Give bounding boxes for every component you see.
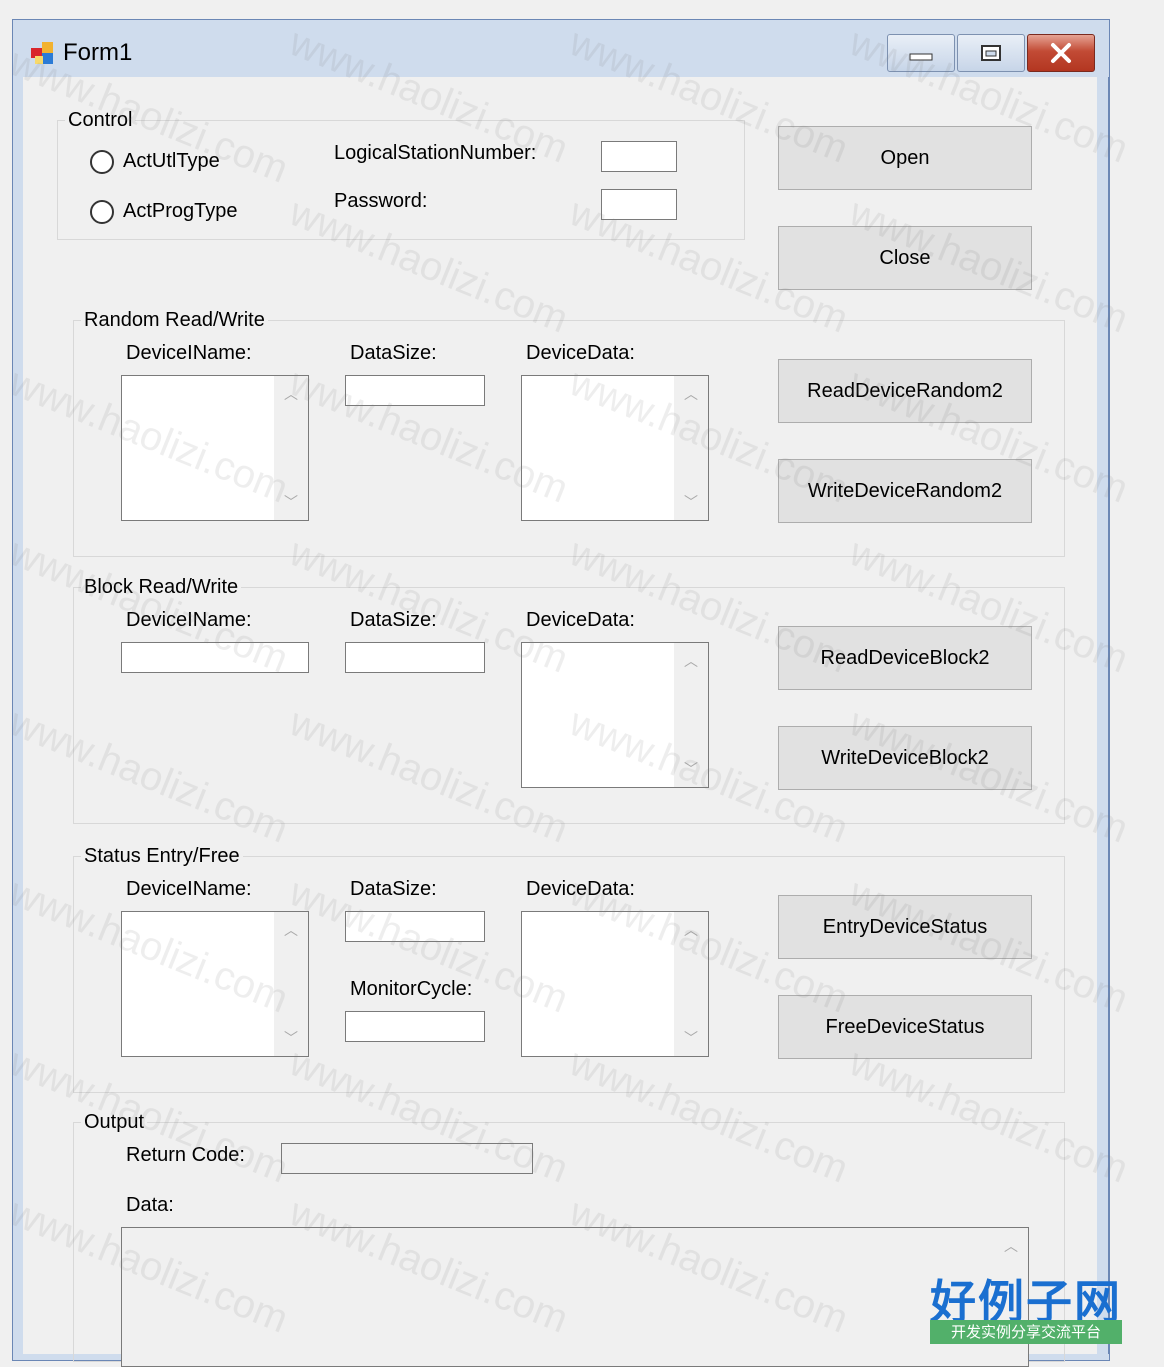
password-label: Password: bbox=[334, 190, 428, 212]
scroll-down-icon[interactable]: ﹀ bbox=[274, 490, 308, 514]
output-data-textarea[interactable]: ︿ bbox=[121, 1227, 1029, 1367]
window-title: Form1 bbox=[63, 39, 133, 66]
scrollbar[interactable]: ︿ ﹀ bbox=[674, 376, 708, 520]
scroll-up-icon[interactable]: ︿ bbox=[674, 649, 708, 673]
scroll-up-icon[interactable]: ︿ bbox=[674, 918, 708, 942]
actprogtype-radio[interactable] bbox=[90, 200, 114, 224]
return-code-field[interactable] bbox=[281, 1143, 533, 1174]
scroll-down-icon[interactable]: ﹀ bbox=[674, 1026, 708, 1050]
title-bar[interactable]: Form1 bbox=[13, 20, 1109, 78]
actutltype-radio[interactable] bbox=[90, 150, 114, 174]
write-device-random-button[interactable]: WriteDeviceRandom2 bbox=[778, 459, 1032, 523]
block-data-size-label: DataSize: bbox=[350, 609, 437, 631]
scrollbar[interactable]: ︿ ﹀ bbox=[674, 912, 708, 1056]
random-device-name-label: DeviceIName: bbox=[126, 342, 252, 364]
random-device-data-label: DeviceData: bbox=[526, 342, 635, 364]
restore-icon bbox=[981, 45, 1001, 61]
output-data-label: Data: bbox=[126, 1194, 174, 1216]
read-device-block-button[interactable]: ReadDeviceBlock2 bbox=[778, 626, 1032, 690]
block-device-data-textarea[interactable]: ︿ ﹀ bbox=[521, 642, 709, 788]
scroll-down-icon[interactable]: ﹀ bbox=[674, 757, 708, 781]
status-device-data-textarea[interactable]: ︿ ﹀ bbox=[521, 911, 709, 1057]
minimize-button[interactable] bbox=[887, 34, 955, 72]
scroll-up-icon[interactable]: ︿ bbox=[994, 1234, 1028, 1258]
write-device-block-button[interactable]: WriteDeviceBlock2 bbox=[778, 726, 1032, 790]
random-group-label: Random Read/Write bbox=[81, 309, 268, 332]
status-group-label: Status Entry/Free bbox=[81, 845, 243, 868]
close-window-button[interactable] bbox=[1027, 34, 1095, 72]
logical-station-label: LogicalStationNumber: bbox=[334, 142, 537, 164]
block-device-name-label: DeviceIName: bbox=[126, 609, 252, 631]
block-device-name-input[interactable] bbox=[121, 642, 309, 673]
output-group-label: Output bbox=[81, 1111, 148, 1134]
window-frame-right bbox=[1097, 77, 1109, 1354]
scrollbar[interactable]: ︿ ﹀ bbox=[274, 912, 308, 1056]
block-data-size-input[interactable] bbox=[345, 642, 485, 673]
scrollbar[interactable]: ︿ ﹀ bbox=[274, 376, 308, 520]
return-code-label: Return Code: bbox=[126, 1144, 245, 1166]
block-group-label: Block Read/Write bbox=[81, 576, 242, 599]
scroll-down-icon[interactable]: ﹀ bbox=[274, 1026, 308, 1050]
random-device-data-textarea[interactable]: ︿ ﹀ bbox=[521, 375, 709, 521]
scroll-up-icon[interactable]: ︿ bbox=[274, 918, 308, 942]
control-group-label: Control bbox=[65, 109, 136, 132]
monitor-cycle-label: MonitorCycle: bbox=[350, 978, 473, 1000]
maximize-button[interactable] bbox=[957, 34, 1025, 72]
site-logo-tagline: 开发实例分享交流平台 bbox=[930, 1320, 1122, 1344]
scrollbar[interactable]: ︿ ﹀ bbox=[674, 643, 708, 787]
actprogtype-label[interactable]: ActProgType bbox=[123, 200, 238, 223]
scroll-up-icon[interactable]: ︿ bbox=[674, 382, 708, 406]
logical-station-input[interactable] bbox=[601, 141, 677, 172]
random-data-size-label: DataSize: bbox=[350, 342, 437, 364]
scroll-up-icon[interactable]: ︿ bbox=[274, 382, 308, 406]
status-device-name-label: DeviceIName: bbox=[126, 878, 252, 900]
password-input[interactable] bbox=[601, 189, 677, 220]
minimize-icon bbox=[909, 53, 933, 61]
scroll-down-icon[interactable]: ﹀ bbox=[674, 490, 708, 514]
status-device-data-label: DeviceData: bbox=[526, 878, 635, 900]
close-button[interactable]: Close bbox=[778, 226, 1032, 290]
close-icon bbox=[1051, 43, 1071, 63]
monitor-cycle-input[interactable] bbox=[345, 1011, 485, 1042]
app-icon bbox=[31, 42, 53, 64]
status-device-name-textarea[interactable]: ︿ ﹀ bbox=[121, 911, 309, 1057]
random-device-name-textarea[interactable]: ︿ ﹀ bbox=[121, 375, 309, 521]
read-device-random-button[interactable]: ReadDeviceRandom2 bbox=[778, 359, 1032, 423]
status-data-size-label: DataSize: bbox=[350, 878, 437, 900]
block-device-data-label: DeviceData: bbox=[526, 609, 635, 631]
open-button[interactable]: Open bbox=[778, 126, 1032, 190]
status-data-size-input[interactable] bbox=[345, 911, 485, 942]
free-device-status-button[interactable]: FreeDeviceStatus bbox=[778, 995, 1032, 1059]
actutltype-label[interactable]: ActUtlType bbox=[123, 150, 220, 173]
random-data-size-input[interactable] bbox=[345, 375, 485, 406]
entry-device-status-button[interactable]: EntryDeviceStatus bbox=[778, 895, 1032, 959]
